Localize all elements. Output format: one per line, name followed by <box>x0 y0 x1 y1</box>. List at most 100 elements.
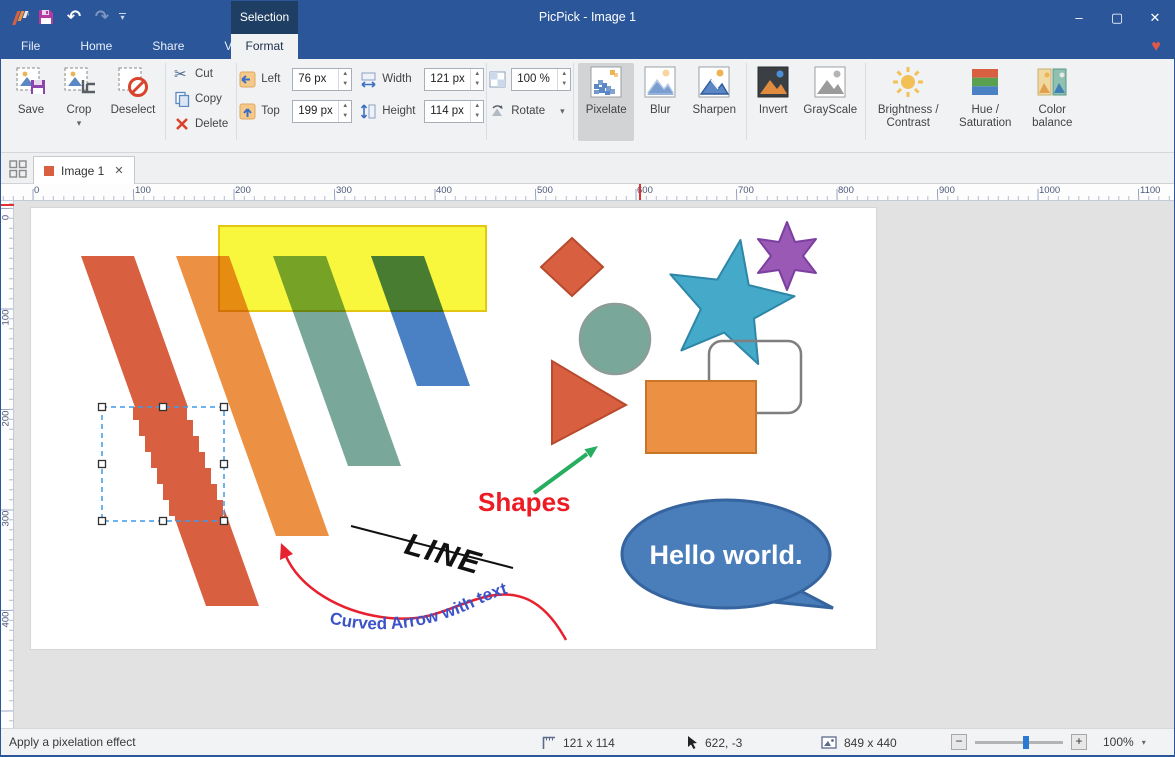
left-spin-down[interactable]: ▼ <box>339 79 351 90</box>
six-point-star-shape <box>758 222 816 290</box>
scale-input[interactable]: 100 % ▲▼ <box>511 68 571 91</box>
brightness-icon <box>892 66 924 98</box>
cut-icon: ✂ <box>174 66 190 82</box>
copy-button[interactable]: Copy <box>168 88 234 110</box>
ribbon-separator <box>236 63 237 140</box>
workspace: 0 100 200 300 400 <box>1 201 1174 728</box>
hruler-label: 500 <box>537 185 553 196</box>
ribbon-separator <box>746 63 747 140</box>
blur-icon <box>644 66 676 98</box>
rotate-icon <box>489 103 506 120</box>
vruler-label: 400 <box>1 600 12 640</box>
scale-spin-down[interactable]: ▼ <box>558 79 570 90</box>
tab-list-grid-icon[interactable] <box>8 159 28 179</box>
grayscale-button[interactable]: GrayScale <box>799 63 861 141</box>
yellow-rectangle <box>219 226 486 311</box>
zoom-slider-thumb[interactable] <box>1023 736 1029 749</box>
menu-file[interactable]: File <box>1 34 60 59</box>
hruler-label: 100 <box>135 185 151 196</box>
height-spin-down[interactable]: ▼ <box>471 111 483 122</box>
delete-button[interactable]: Delete <box>168 113 234 135</box>
cursor-icon <box>686 735 698 750</box>
rotate-dropdown-caret[interactable]: ▾ <box>560 106 565 117</box>
menu-share[interactable]: Share <box>132 34 204 59</box>
close-button[interactable]: ✕ <box>1136 1 1174 34</box>
vruler-label: 100 <box>1 298 12 338</box>
size-group: Width 121 px ▲▼ Height 114 px ▲▼ <box>360 59 484 152</box>
height-icon <box>360 103 377 120</box>
clipboard-group: ✂ Cut Copy Delete <box>168 59 234 152</box>
hruler-label: 1000 <box>1039 185 1060 196</box>
effects-filter-group: Pixelate Blur Sharpen <box>576 59 744 152</box>
height-label: Height <box>382 105 419 117</box>
vruler-label: 300 <box>1 499 12 539</box>
menu-home[interactable]: Home <box>60 34 132 59</box>
width-spin-down[interactable]: ▼ <box>471 79 483 90</box>
ruler-cursor-marker-y <box>1 204 14 206</box>
circle-shape <box>580 304 650 374</box>
tab-thumbnail-icon <box>44 166 54 176</box>
left-input[interactable]: 76 px ▲▼ <box>292 68 352 91</box>
color-balance-button[interactable]: Color balance <box>1024 63 1080 141</box>
deselect-icon <box>117 66 149 98</box>
blur-button[interactable]: Blur <box>638 63 682 141</box>
image-size-indicator: 849 x 440 <box>821 735 897 750</box>
height-spin-up[interactable]: ▲ <box>471 101 483 112</box>
save-button[interactable]: Save <box>9 63 53 141</box>
ribbon: Save Crop ▾ Deselect <box>1 59 1174 153</box>
crop-icon <box>63 66 95 98</box>
heart-icon[interactable]: ♥ <box>1146 37 1166 57</box>
titlebar: ↶ ↷ ▾ PicPick - Image 1 Selection – ▢ ✕ <box>1 1 1174 34</box>
width-spin-up[interactable]: ▲ <box>471 69 483 80</box>
maximize-button[interactable]: ▢ <box>1098 1 1136 34</box>
invert-icon <box>757 66 789 98</box>
brightness-contrast-button[interactable]: Brightness / Contrast <box>870 63 946 141</box>
transform-group: 100 % ▲▼ Rotate ▾ <box>489 59 571 152</box>
left-spin-up[interactable]: ▲ <box>339 69 351 80</box>
zoom-in-button[interactable]: + <box>1071 734 1087 750</box>
ribbon-separator <box>165 63 166 140</box>
left-position-icon <box>239 71 256 88</box>
zoom-slider[interactable] <box>975 741 1063 744</box>
tab-image-1[interactable]: Image 1 ✕ <box>33 156 135 184</box>
cursor-position-indicator: 622, -3 <box>686 735 742 750</box>
image-canvas[interactable]: Shapes LINE Curved Arrow with text Hello… <box>31 208 876 649</box>
effects-tone-group: Invert GrayScale <box>749 59 863 152</box>
effects-color-group: Brightness / Contrast Hue / Saturation <box>868 59 1082 152</box>
cut-button[interactable]: ✂ Cut <box>168 63 234 85</box>
crop-button[interactable]: Crop ▾ <box>57 63 101 141</box>
top-spin-down[interactable]: ▼ <box>339 111 351 122</box>
grayscale-icon <box>814 66 846 98</box>
hruler-label: 700 <box>738 185 754 196</box>
window-controls: – ▢ ✕ <box>1060 1 1174 34</box>
hruler-label: 0 <box>34 185 39 196</box>
hue-saturation-icon <box>969 66 1001 98</box>
deselect-button[interactable]: Deselect <box>105 63 161 141</box>
hue-saturation-button[interactable]: Hue / Saturation <box>950 63 1020 141</box>
invert-button[interactable]: Invert <box>751 63 795 141</box>
zoom-out-button[interactable]: − <box>951 734 967 750</box>
width-input[interactable]: 121 px ▲▼ <box>424 68 484 91</box>
scale-spin-up[interactable]: ▲ <box>558 69 570 80</box>
horizontal-ruler[interactable]: 0 100 200 300 400 500 600 700 800 900 10… <box>1 184 1174 201</box>
shapes-label: Shapes <box>478 487 571 517</box>
rotate-button[interactable]: Rotate ▾ <box>489 99 571 123</box>
ribbon-separator <box>486 63 487 140</box>
pixelate-button[interactable]: Pixelate <box>578 63 634 141</box>
image-size-icon <box>821 735 837 750</box>
sharpen-icon <box>698 66 730 98</box>
height-input[interactable]: 114 px ▲▼ <box>424 100 484 123</box>
top-spin-up[interactable]: ▲ <box>339 101 351 112</box>
menu-format-active[interactable]: Format <box>231 34 298 59</box>
crop-dropdown-caret[interactable]: ▾ <box>77 118 82 129</box>
top-label: Top <box>261 105 287 117</box>
tab-close-icon[interactable]: ✕ <box>114 164 123 177</box>
top-input[interactable]: 199 px ▲▼ <box>292 100 352 123</box>
zoom-dropdown-caret[interactable]: ▾ <box>1142 738 1146 747</box>
hruler-label: 1100 <box>1140 185 1160 196</box>
vertical-ruler[interactable]: 0 100 200 300 400 <box>1 201 14 728</box>
selection-size-indicator: 121 x 114 <box>541 735 615 750</box>
sharpen-button[interactable]: Sharpen <box>686 63 742 141</box>
minimize-button[interactable]: – <box>1060 1 1098 34</box>
zoom-level[interactable]: 100% ▾ <box>1103 735 1146 749</box>
